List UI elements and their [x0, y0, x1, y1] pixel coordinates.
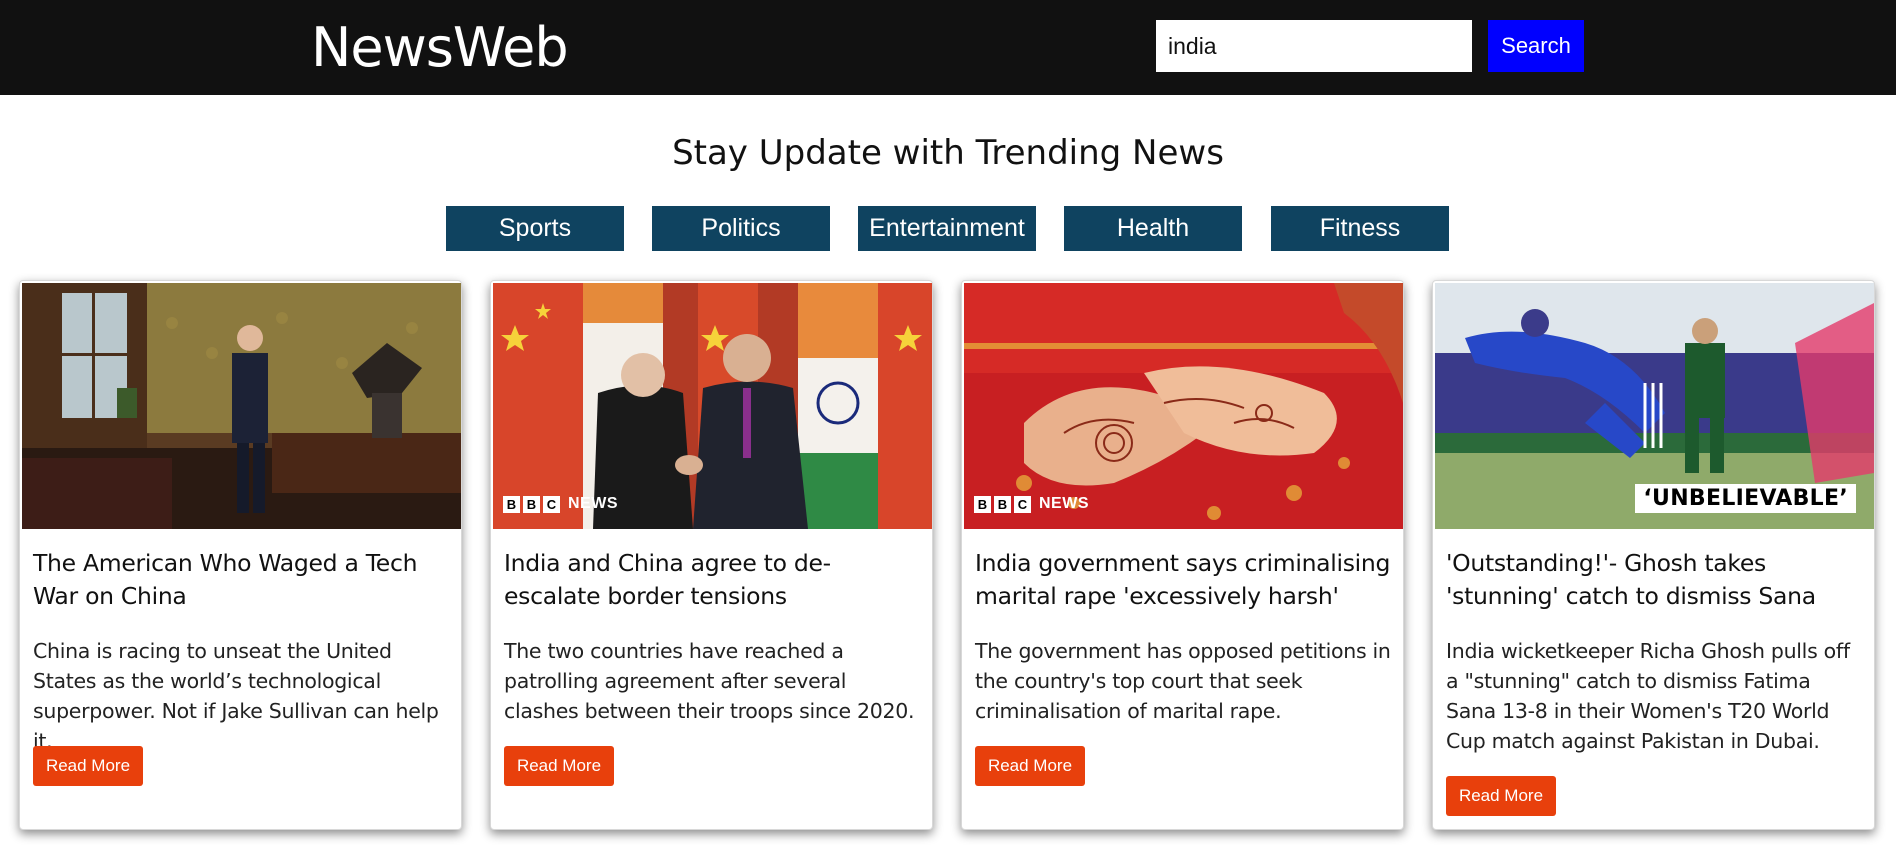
- news-card-description: The two countries have reached a patroll…: [504, 639, 915, 723]
- news-card: B B C NEWS India and China agree to de-e…: [490, 280, 933, 830]
- site-logo[interactable]: NewsWeb: [311, 14, 569, 82]
- bbc-news-logo: B B C NEWS: [974, 495, 1089, 513]
- read-more-button[interactable]: Read More: [1446, 776, 1556, 816]
- read-more-button[interactable]: Read More: [975, 746, 1085, 786]
- news-card-title: India and China agree to de-escalate bor…: [504, 549, 831, 610]
- image-caption-overlay: ‘UNBELIEVABLE’: [1635, 484, 1856, 513]
- news-card-image: [22, 283, 461, 529]
- category-health-button[interactable]: Health: [1064, 206, 1242, 251]
- top-navbar: NewsWeb Search: [0, 0, 1896, 95]
- news-card-title: The American Who Waged a Tech War on Chi…: [33, 549, 418, 610]
- news-card-title: India government says criminalising mari…: [975, 549, 1391, 610]
- news-card-description: The government has opposed petitions in …: [975, 639, 1391, 723]
- news-card: B B C NEWS India government says crimina…: [961, 280, 1404, 830]
- read-more-button[interactable]: Read More: [504, 746, 614, 786]
- category-entertainment-button[interactable]: Entertainment: [858, 206, 1036, 251]
- news-card: The American Who Waged a Tech War on Chi…: [19, 280, 462, 830]
- search-button[interactable]: Search: [1488, 20, 1584, 72]
- category-fitness-button[interactable]: Fitness: [1271, 206, 1449, 251]
- page-headline: Stay Update with Trending News: [672, 133, 1224, 173]
- news-card: ‘UNBELIEVABLE’ 'Outstanding!'- Ghosh tak…: [1432, 280, 1875, 830]
- news-card-image: ‘UNBELIEVABLE’: [1435, 283, 1874, 529]
- news-card-description: India wicketkeeper Richa Ghosh pulls off…: [1446, 639, 1850, 753]
- category-sports-button[interactable]: Sports: [446, 206, 624, 251]
- news-card-description: China is racing to unseat the United Sta…: [33, 639, 439, 753]
- bbc-news-logo: B B C NEWS: [503, 495, 618, 513]
- news-card-title: 'Outstanding!'- Ghosh takes 'stunning' c…: [1446, 549, 1816, 610]
- news-card-image: B B C NEWS: [493, 283, 932, 529]
- read-more-button[interactable]: Read More: [33, 746, 143, 786]
- search-input[interactable]: [1156, 20, 1472, 72]
- news-card-image: B B C NEWS: [964, 283, 1403, 529]
- category-politics-button[interactable]: Politics: [652, 206, 830, 251]
